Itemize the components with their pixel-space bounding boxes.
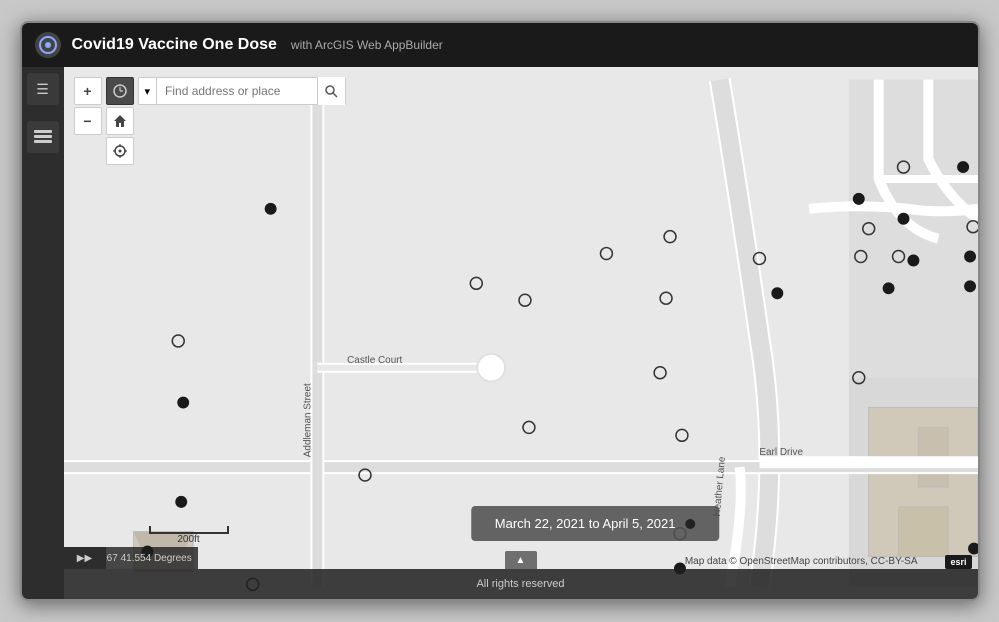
addleman-street-label: Addleman Street [302, 383, 313, 457]
toolbar-right-col [106, 77, 134, 165]
map-toolbar: + − [74, 77, 347, 165]
scale-bar: 200ft [149, 526, 229, 545]
sidebar-expand-button[interactable]: ▶▶ [64, 547, 106, 569]
scale-bar-label: 200ft [149, 534, 229, 545]
search-input[interactable] [157, 78, 317, 104]
app-title: Covid19 Vaccine One Dose [72, 36, 277, 54]
history-button[interactable] [106, 77, 134, 105]
search-button[interactable] [317, 77, 345, 105]
earl-drive-label: Earl Drive [759, 447, 803, 458]
timeline-expand-button[interactable]: ▲ [505, 551, 537, 569]
search-container: ▾ [138, 77, 347, 105]
timeline-dot [685, 519, 695, 529]
map-attribution: Map data © OpenStreetMap contributors, C… [685, 556, 918, 567]
timeline-text: March 22, 2021 to April 5, 2021 [495, 516, 676, 531]
rights-text: All rights reserved [476, 578, 564, 590]
map-area[interactable]: Castle Court Earl Drive Addleman Street … [64, 67, 978, 599]
scale-bar-line [149, 526, 229, 534]
layers-button[interactable] [27, 121, 59, 153]
header: Covid19 Vaccine One Dose with ArcGIS Web… [22, 23, 978, 67]
footer-bar: All rights reserved [64, 569, 978, 599]
esri-logo: esri [945, 555, 971, 569]
locate-button[interactable] [106, 137, 134, 165]
search-dropdown-arrow: ▾ [145, 85, 151, 98]
zoom-out-button[interactable]: − [74, 107, 102, 135]
search-dropdown-button[interactable]: ▾ [139, 78, 158, 104]
zoom-in-button[interactable]: + [74, 77, 102, 105]
sidebar: ☰ [22, 67, 64, 599]
home-button[interactable] [106, 107, 134, 135]
history-icon [113, 84, 127, 98]
toolbar-left-col: + − [74, 77, 102, 135]
castle-court-label: Castle Court [347, 355, 402, 366]
layers-icon [34, 128, 52, 146]
app-subtitle: with ArcGIS Web AppBuilder [291, 38, 443, 52]
esri-text: esri [950, 557, 966, 567]
app-frame: Covid19 Vaccine One Dose with ArcGIS Web… [20, 21, 980, 601]
main-content: ☰ [22, 67, 978, 599]
menu-button[interactable]: ☰ [27, 73, 59, 105]
app-logo [34, 31, 62, 59]
timeline-popup: March 22, 2021 to April 5, 2021 [471, 506, 720, 541]
search-icon [325, 85, 338, 98]
locate-icon [113, 144, 127, 158]
home-icon [113, 114, 127, 128]
